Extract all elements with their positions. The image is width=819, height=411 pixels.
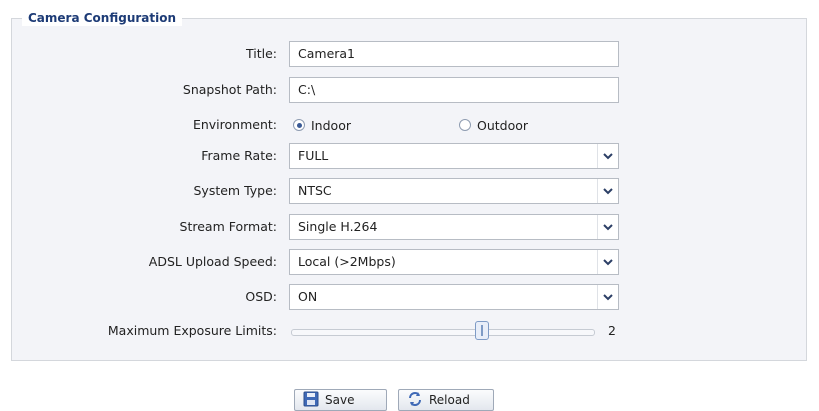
snapshot-path-input[interactable]: C:\ (289, 77, 619, 103)
chevron-down-icon[interactable] (597, 144, 618, 168)
frame-rate-value: FULL (298, 148, 329, 163)
floppy-disk-icon (303, 391, 319, 410)
osd-select[interactable]: ON (289, 284, 619, 310)
panel-legend: Camera Configuration (22, 10, 183, 26)
chevron-down-icon[interactable] (597, 250, 618, 274)
indoor-label: Indoor (311, 117, 351, 133)
frame-rate-label: Frame Rate: (201, 148, 277, 163)
chevron-down-icon[interactable] (597, 285, 618, 309)
stream-format-select[interactable]: Single H.264 (289, 214, 619, 240)
system-type-row: System Type: NTSC (0, 178, 819, 204)
outdoor-label: Outdoor (477, 117, 529, 133)
max-exposure-slider-handle[interactable] (475, 321, 490, 340)
reload-button[interactable]: Reload (398, 389, 494, 411)
snapshot-path-value: C:\ (298, 82, 316, 97)
title-label: Title: (246, 46, 277, 61)
max-exposure-row: Maximum Exposure Limits: 2 (0, 318, 819, 344)
chevron-down-icon[interactable] (597, 215, 618, 239)
max-exposure-label: Maximum Exposure Limits: (107, 323, 277, 338)
adsl-upload-speed-value: Local (>2Mbps) (298, 254, 396, 269)
environment-indoor-option[interactable]: Indoor (293, 112, 351, 138)
title-input[interactable]: Camera1 (289, 41, 619, 67)
max-exposure-slider-track[interactable] (291, 329, 595, 336)
adsl-upload-speed-select[interactable]: Local (>2Mbps) (289, 249, 619, 275)
osd-row: OSD: ON (0, 284, 819, 310)
adsl-upload-speed-row: ADSL Upload Speed: Local (>2Mbps) (0, 249, 819, 275)
radio-unselected-icon[interactable] (459, 119, 471, 131)
snapshot-path-label: Snapshot Path: (182, 82, 277, 97)
reload-label: Reload (429, 393, 470, 407)
frame-rate-row: Frame Rate: FULL (0, 143, 819, 169)
frame-rate-select[interactable]: FULL (289, 143, 619, 169)
title-value: Camera1 (298, 46, 356, 61)
system-type-label: System Type: (193, 183, 277, 198)
refresh-icon (407, 391, 423, 410)
osd-label: OSD: (245, 289, 277, 304)
save-label: Save (325, 393, 355, 407)
snapshot-path-row: Snapshot Path: C:\ (0, 77, 819, 103)
environment-label: Environment: (192, 117, 277, 132)
max-exposure-value: 2 (608, 323, 616, 338)
environment-outdoor-option[interactable]: Outdoor (459, 112, 528, 138)
save-button[interactable]: Save (294, 389, 387, 411)
stream-format-label: Stream Format: (179, 219, 277, 234)
system-type-value: NTSC (298, 183, 332, 198)
system-type-select[interactable]: NTSC (289, 178, 619, 204)
radio-selected-icon[interactable] (293, 119, 305, 131)
chevron-down-icon[interactable] (597, 179, 618, 203)
stream-format-value: Single H.264 (298, 219, 378, 234)
osd-value: ON (298, 289, 318, 304)
title-row: Title: Camera1 (0, 41, 819, 67)
adsl-upload-speed-label: ADSL Upload Speed: (148, 254, 277, 269)
environment-row: Environment: Indoor Outdoor (0, 112, 819, 138)
stream-format-row: Stream Format: Single H.264 (0, 214, 819, 240)
